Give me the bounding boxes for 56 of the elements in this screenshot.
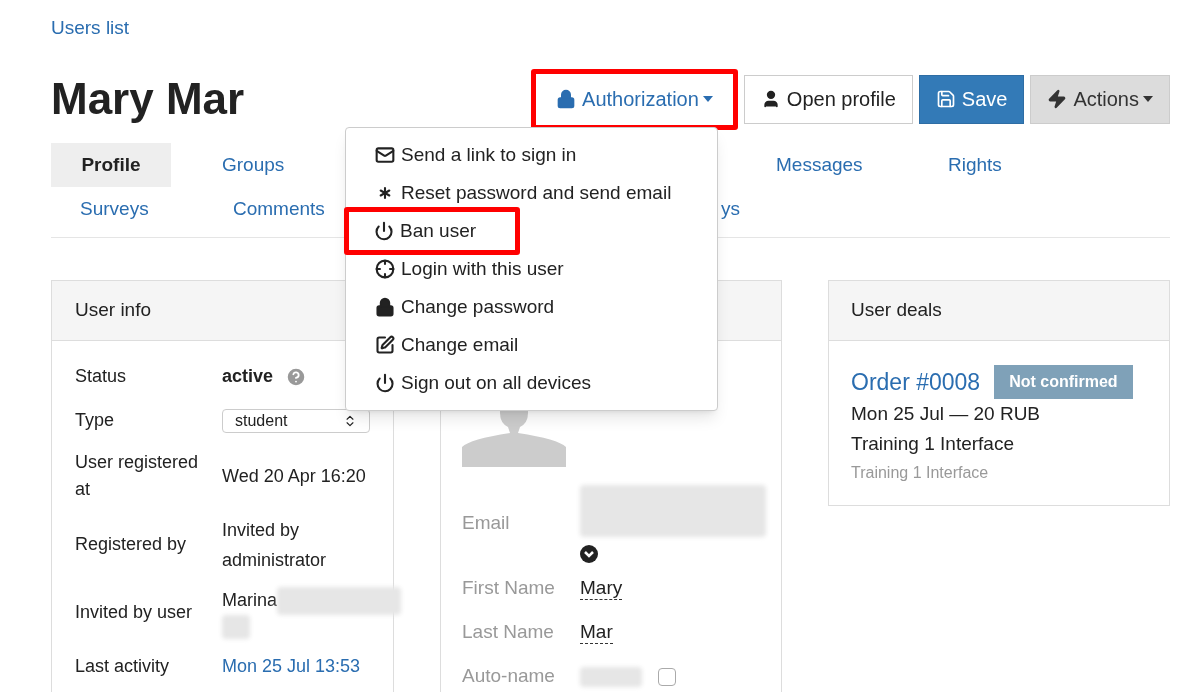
breadcrumb-link[interactable]: Users list	[51, 17, 130, 38]
edit-icon	[375, 335, 395, 355]
field-label: Type	[75, 409, 116, 432]
blurred-text	[222, 614, 250, 639]
power-icon	[374, 221, 394, 241]
tab[interactable]: Groups	[222, 142, 285, 187]
editable-name[interactable]: Mar	[580, 621, 613, 644]
menu-item[interactable]: Send a link to sign in	[346, 136, 717, 174]
chevron-circle-icon[interactable]	[580, 544, 598, 563]
field-label: Auto-name	[462, 664, 556, 689]
envelope-icon	[375, 145, 395, 165]
panel-title: User info	[75, 297, 152, 322]
save-button[interactable]: Save	[918, 74, 1025, 124]
editable-name[interactable]: Mary	[580, 577, 623, 600]
field-label: Registered by	[75, 533, 188, 556]
toolbar-button[interactable]: Open profile	[743, 74, 913, 124]
field-value: Marina	[222, 589, 278, 612]
last-activity-link[interactable]: Mon 25 Jul 13:53	[222, 653, 361, 680]
help-icon[interactable]	[285, 365, 308, 388]
field-label: Email	[462, 511, 511, 536]
lock-icon	[375, 297, 395, 317]
blurred-text	[580, 666, 642, 687]
field-label: Last Name	[462, 620, 555, 645]
field-value: Wed 20 Apr 16:20	[222, 464, 366, 488]
lock-icon	[556, 89, 577, 109]
field-label: Status	[75, 365, 128, 388]
tab[interactable]: Messages	[776, 142, 863, 187]
menu-item[interactable]: Change password	[346, 288, 717, 326]
tab[interactable]: ys	[721, 186, 740, 231]
deal-detail: Training 1 Interface	[851, 432, 1015, 456]
toolbar-button[interactable]: Actions	[1030, 74, 1170, 124]
panel-title: User deals	[851, 297, 942, 322]
menu-item[interactable]: Login with this user	[346, 250, 717, 288]
status-badge: Not confirmed	[994, 364, 1133, 399]
menu-item[interactable]: Reset password and send email	[346, 174, 717, 212]
menu-item[interactable]: Ban user	[349, 212, 515, 250]
deal-detail: Mon 25 Jul — 20 RUB	[851, 402, 1042, 426]
power-icon	[375, 373, 395, 393]
status-value: active	[222, 365, 274, 388]
crosshair-icon	[375, 259, 395, 279]
field-label: Last activity	[75, 655, 171, 678]
tab[interactable]: Profile	[51, 142, 171, 187]
tab[interactable]: Rights	[948, 142, 1002, 187]
field-label: Invited by user	[75, 601, 194, 624]
field-label: User registered at	[75, 450, 200, 501]
lightning-icon	[1047, 89, 1068, 109]
tab[interactable]: Surveys	[80, 186, 149, 231]
menu-item[interactable]: Sign out on all devices	[346, 364, 717, 402]
deal-note: Training 1 Interface	[851, 463, 990, 483]
field-value: Invited by administrator	[222, 518, 328, 572]
field-label: First Name	[462, 576, 556, 601]
tab[interactable]: Comments	[233, 186, 325, 231]
menu-item[interactable]: Change email	[346, 326, 717, 364]
page-title: Mary Mar	[51, 77, 245, 121]
checkbox[interactable]	[658, 667, 676, 686]
order-link[interactable]: Order #0008	[851, 364, 981, 399]
